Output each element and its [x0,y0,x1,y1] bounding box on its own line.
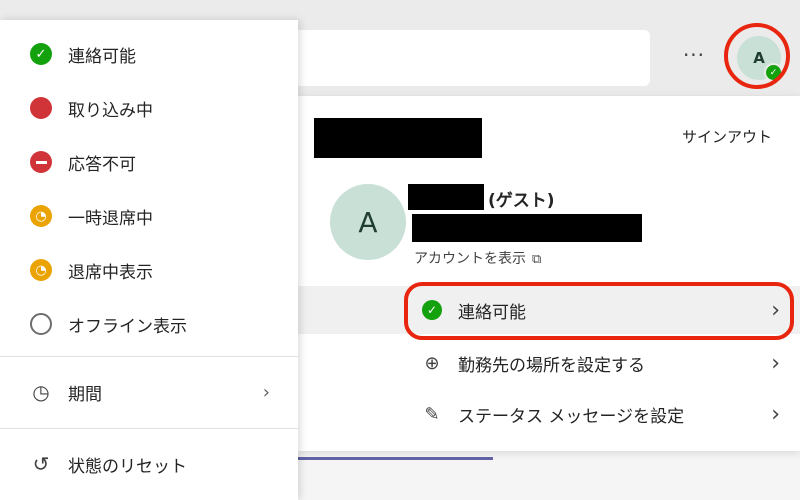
status-item-label: 一時退席中 [68,208,153,229]
redacted-org-name [314,118,482,158]
chevron-right-icon: › [771,401,780,427]
view-account-label: アカウントを表示 [414,251,526,267]
account-panel: サインアウト A (ゲスト) アカウントを表示 ⧉ ✓ 連絡可能 › ⊕ 勤務先の… [298,96,800,451]
status-item-available[interactable]: ✓ 連絡可能 [0,32,298,76]
status-item-label: 応答不可 [68,154,136,175]
sign-out-link[interactable]: サインアウト [682,126,772,147]
view-account-link[interactable]: アカウントを表示 ⧉ [414,248,541,268]
active-indicator [298,457,493,460]
set-status-message-row[interactable]: ✎ ステータス メッセージを設定 › [298,390,800,438]
status-item-appear-offline[interactable]: ✕ オフライン表示 [0,302,298,346]
add-location-icon: ⊕ [424,352,440,374]
chevron-right-icon: › [262,381,270,403]
minus-circle-icon [30,151,52,173]
avatar-highlight-annotation [724,23,790,89]
status-dropdown-menu: ✓ 連絡可能 取り込み中 応答不可 ◔ 一時退席中 ◔ 退席中表示 ✕ オフライ… [0,20,298,500]
reset-icon: ↺ [32,452,50,476]
external-link-icon: ⧉ [532,252,542,267]
status-item-busy[interactable]: 取り込み中 [0,86,298,130]
x-circle-icon: ✕ [30,313,52,335]
redacted-email [412,214,642,242]
duration-menu-item[interactable]: ◷ 期間 › [0,370,298,414]
status-message-label: ステータス メッセージを設定 [458,406,685,427]
set-work-location-row[interactable]: ⊕ 勤務先の場所を設定する › [298,339,800,387]
pencil-icon: ✎ [424,403,440,425]
redacted-user-name [408,184,484,210]
more-options-button[interactable]: ··· [674,42,714,72]
status-row-highlight-annotation [404,282,794,340]
status-item-appear-away[interactable]: ◔ 退席中表示 [0,248,298,292]
divider [0,356,298,357]
status-item-label: 取り込み中 [68,100,153,121]
clock-icon: ◔ [30,259,52,281]
red-dot-icon [30,97,52,119]
status-item-label: オフライン表示 [68,316,187,337]
duration-label: 期間 [68,384,102,405]
reset-status-menu-item[interactable]: ↺ 状態のリセット [0,442,298,486]
reset-label: 状態のリセット [68,456,187,477]
status-item-label: 退席中表示 [68,262,153,283]
check-circle-icon: ✓ [30,43,52,65]
status-item-be-right-back[interactable]: ◔ 一時退席中 [0,194,298,238]
clock-icon: ◷ [32,380,50,404]
profile-initial: A [358,205,378,239]
divider [0,428,298,429]
work-location-label: 勤務先の場所を設定する [458,355,645,376]
guest-label: (ゲスト) [488,191,555,211]
profile-avatar: A [330,184,406,260]
status-item-do-not-disturb[interactable]: 応答不可 [0,140,298,184]
chevron-right-icon: › [771,350,780,376]
status-item-label: 連絡可能 [68,46,136,67]
clock-icon: ◔ [30,205,52,227]
